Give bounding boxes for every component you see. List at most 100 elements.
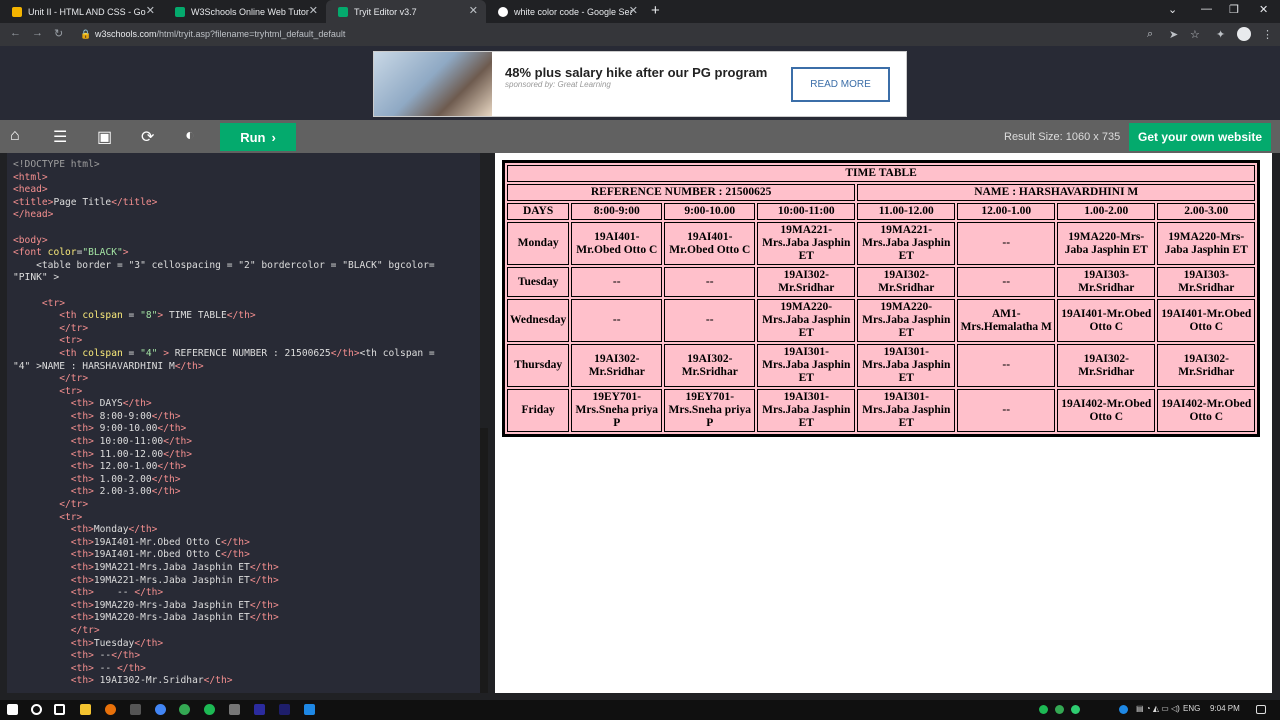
app-icon[interactable] [304,704,315,715]
theme-toggle-icon[interactable]: ◐ [185,127,195,145]
clock[interactable]: 9:04 PM [1210,704,1240,713]
get-website-button[interactable]: Get your own website [1129,123,1271,151]
table-cell: 19AI402-Mr.Obed Otto C [1057,389,1156,432]
browser-tab-active[interactable]: Tryit Editor v3.7 ✕ [326,0,486,23]
editor-scrollbar[interactable] [480,428,488,693]
premiere-icon[interactable] [254,704,265,715]
new-tab-button[interactable]: + [651,2,660,19]
tab-title: white color code - Google Search [514,6,632,17]
ad-banner[interactable]: 48% plus salary hike after our PG progra… [373,51,907,117]
app-icon[interactable] [130,704,141,715]
table-row: Thursday 19AI302-Mr.Sridhar 19AI302-Mr.S… [507,344,1256,387]
rotate-icon[interactable]: ⟳ [141,127,154,147]
tray-icons[interactable]: ▤ ◔ ◭ ▭ ◁) [1136,704,1180,713]
url-host: w3schools.com [95,29,157,39]
table-cell: -- [664,267,756,297]
reload-icon[interactable]: ↻ [54,27,63,40]
docs-favicon-icon [12,6,22,17]
table-cell: 19AI303-Mr.Sridhar [1057,267,1156,297]
window-close-icon[interactable]: ✕ [1259,3,1268,16]
forward-icon[interactable]: → [32,27,43,39]
file-explorer-icon[interactable] [80,704,91,715]
share-icon[interactable]: ➤ [1169,28,1178,41]
chrome-icon[interactable] [155,704,166,715]
table-cell: 19AI302-Mr.Sridhar [1057,344,1156,387]
table-row: REFERENCE NUMBER : 21500625 NAME : HARSH… [507,184,1256,201]
column-header: DAYS [507,203,570,220]
os-taskbar: ▤ ◔ ◭ ▭ ◁) ENG 9:04 PM [0,700,1280,720]
table-row: Tuesday -- -- 19AI302-Mr.Sridhar 19AI302… [507,267,1256,297]
menu-dots-icon[interactable]: ⋮ [1262,28,1273,41]
editor-toolbar: ⌂ ☰ ▣ ⟳ ◐ Run › Result Size: 1060 x 735 G… [0,120,1280,153]
ad-headline: 48% plus salary hike after our PG progra… [505,65,768,80]
table-cell: -- [571,299,663,342]
chrome-profile-icon[interactable] [179,704,190,715]
menu-icon[interactable]: ☰ [53,127,67,147]
close-icon[interactable]: ✕ [469,4,478,17]
column-header: 11.00-12.00 [857,203,956,220]
url-path: /html/tryit.asp?filename=tryhtml_default… [156,29,346,39]
zoom-icon[interactable]: ⌕ [1147,28,1153,41]
student-name: NAME : HARSHAVARDHINI M [857,184,1256,201]
tray-icon[interactable] [1055,705,1064,714]
spotify-icon[interactable] [204,704,215,715]
bluetooth-icon[interactable] [1119,705,1128,714]
google-favicon-icon [498,6,508,17]
language-indicator[interactable]: ENG [1183,704,1200,713]
read-more-button[interactable]: READ MORE [791,67,890,102]
browser-tab[interactable]: W3Schools Online Web Tutorials ✕ [163,0,326,23]
after-effects-icon[interactable] [279,704,290,715]
avatar[interactable] [1237,27,1251,41]
table-cell: -- [664,299,756,342]
task-view-icon[interactable] [54,704,65,715]
column-header: 10:00-11:00 [757,203,856,220]
lock-icon[interactable]: 🔒 [80,29,91,40]
extensions-icon[interactable]: ✦ [1216,28,1225,41]
close-icon[interactable]: ✕ [309,4,318,17]
close-icon[interactable]: ✕ [629,4,638,17]
app-icon[interactable] [229,704,240,715]
spotify-tray-icon[interactable] [1039,705,1048,714]
tab-title: W3Schools Online Web Tutorials [191,6,309,17]
save-icon[interactable]: ▣ [97,127,112,147]
table-cell: -- [957,267,1056,297]
table-row: Friday 19EY701-Mrs.Sneha priya P 19EY701… [507,389,1256,432]
address-bar: ← → ↻ 🔒 w3schools.com/html/tryit.asp?fil… [0,23,1280,46]
code-editor[interactable]: <!DOCTYPE html> <html> <head> <title>Pag… [7,153,480,693]
browser-tab[interactable]: Unit II - HTML AND CSS - Google ✕ [0,0,163,23]
search-icon[interactable] [31,704,42,715]
minimize-icon[interactable]: — [1201,3,1212,15]
table-cell: 19AI301-Mrs.Jaba Jasphin ET [857,389,956,432]
table-cell: 19AI401-Mr.Obed Otto C [1157,299,1256,342]
table-cell: 19MA220-Mrs-Jaba Jasphin ET [1157,222,1256,265]
column-header: 1.00-2.00 [1057,203,1156,220]
tab-search-icon[interactable]: ⌄ [1168,3,1177,16]
day-cell: Monday [507,222,570,265]
chevron-right-icon: › [271,129,276,145]
home-icon[interactable]: ⌂ [10,127,20,145]
tab-strip: Unit II - HTML AND CSS - Google ✕ W3Scho… [0,0,1280,23]
run-label: Run [240,129,266,145]
run-button[interactable]: Run › [220,123,296,151]
code-text[interactable]: <!DOCTYPE html> <html> <head> <title>Pag… [13,159,435,688]
browser-tab[interactable]: white color code - Google Search ✕ [486,0,646,23]
close-icon[interactable]: ✕ [146,4,155,17]
firefox-icon[interactable] [105,704,116,715]
notification-icon[interactable] [1256,705,1266,714]
column-header: 12.00-1.00 [957,203,1056,220]
table-cell: 19AI401-Mr.Obed Otto C [664,222,756,265]
tray-icon[interactable] [1071,705,1080,714]
timetable: TIME TABLE REFERENCE NUMBER : 21500625 N… [502,160,1261,437]
day-cell: Wednesday [507,299,570,342]
start-icon[interactable] [7,704,18,715]
table-row: Wednesday -- -- 19MA220-Mrs.Jaba Jasphin… [507,299,1256,342]
ad-sponsor: sponsored by: Great Learning [505,80,611,89]
table-cell: 19AI302-Mr.Sridhar [664,344,756,387]
back-icon[interactable]: ← [10,27,21,39]
restore-icon[interactable]: ❐ [1229,3,1239,16]
table-cell: -- [571,267,663,297]
star-icon[interactable]: ☆ [1190,28,1200,41]
result-size: Result Size: 1060 x 735 [1004,131,1121,143]
table-cell: 19AI303-Mr.Sridhar [1157,267,1256,297]
url-field[interactable]: w3schools.com/html/tryit.asp?filename=tr… [95,29,345,39]
